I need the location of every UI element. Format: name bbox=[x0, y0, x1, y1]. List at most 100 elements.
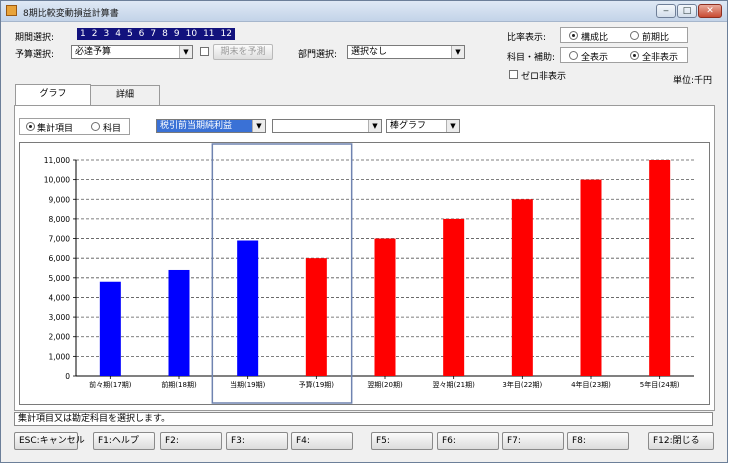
chevron-down-icon: ▼ bbox=[451, 46, 464, 58]
maximize-button[interactable]: □ bbox=[677, 4, 697, 18]
x-tick-label: 予算(19期) bbox=[299, 380, 335, 389]
y-tick-label: 1,000 bbox=[49, 352, 71, 361]
subject-option-none-label: 全非表示 bbox=[642, 53, 679, 63]
period-selector[interactable]: 1 2 3 4 5 6 7 8 9 10 11 12 bbox=[77, 28, 235, 40]
ratio-label: 比率表示: bbox=[507, 33, 547, 43]
zero-hide-label: ゼロ非表示 bbox=[521, 72, 567, 82]
dept-select-value: 選択なし bbox=[351, 47, 388, 57]
chart-type-select[interactable]: 棒グラフ ▼ bbox=[386, 119, 460, 133]
window-title: 8期比較変動損益計算書 bbox=[23, 9, 119, 19]
subject-radio-group: 全表示 全非表示 bbox=[560, 47, 688, 63]
y-tick-label: 7,000 bbox=[49, 235, 71, 244]
bar bbox=[237, 240, 259, 376]
dept-label: 部門選択: bbox=[298, 50, 338, 60]
y-tick-label: 5,000 bbox=[49, 274, 71, 283]
bar-chart: 0 1,000 2,000 3,000 4,000 5,000 6,000 7,000 8,00… bbox=[44, 143, 694, 404]
f7-button[interactable]: F7: bbox=[502, 432, 564, 450]
period-item[interactable]: 11 bbox=[200, 28, 217, 40]
bar bbox=[305, 258, 327, 376]
unit-label: 単位:千円 bbox=[673, 76, 713, 86]
bar bbox=[374, 238, 396, 376]
y-tick-label: 6,000 bbox=[49, 254, 71, 263]
tab-detail[interactable]: 詳細 bbox=[90, 85, 160, 105]
period-label: 期間選択: bbox=[15, 33, 55, 43]
subject-option-all-radio[interactable] bbox=[569, 51, 578, 60]
ratio-radio-group: 構成比 前期比 bbox=[560, 27, 688, 43]
item-select-value: 税引前当期純利益 bbox=[160, 121, 233, 131]
y-tick-label: 4,000 bbox=[49, 293, 71, 302]
f3-button[interactable]: F3: bbox=[226, 432, 288, 450]
aggregate-option-subject-label: 科目 bbox=[103, 124, 122, 134]
f2-button[interactable]: F2: bbox=[160, 432, 222, 450]
bar bbox=[580, 179, 602, 376]
app-icon bbox=[6, 5, 17, 16]
subject-option-none-radio[interactable] bbox=[630, 51, 639, 60]
subject-option-all-label: 全表示 bbox=[581, 53, 609, 63]
period-item[interactable]: 9 bbox=[171, 28, 183, 40]
chevron-down-icon: ▼ bbox=[368, 120, 381, 132]
period-item[interactable]: 1 bbox=[77, 28, 89, 40]
chevron-down-icon: ▼ bbox=[252, 120, 265, 132]
esc-cancel-button[interactable]: ESC:キャンセル bbox=[14, 432, 85, 450]
title-bar: 8期比較変動損益計算書 ‒ □ ✕ bbox=[1, 1, 727, 22]
y-tick-label: 11,000 bbox=[44, 156, 70, 165]
period-item[interactable]: 7 bbox=[147, 28, 159, 40]
secondary-select[interactable]: ▼ bbox=[272, 119, 382, 133]
forecast-checkbox[interactable] bbox=[200, 47, 209, 56]
aggregate-option-subject-radio[interactable] bbox=[91, 122, 100, 131]
period-item[interactable]: 3 bbox=[100, 28, 112, 40]
period-item[interactable]: 8 bbox=[159, 28, 171, 40]
budget-label: 予算選択: bbox=[15, 50, 55, 60]
current-period-highlight bbox=[211, 143, 353, 404]
period-item[interactable]: 5 bbox=[124, 28, 136, 40]
x-tick-label: 当期(19期) bbox=[230, 380, 266, 389]
f5-button[interactable]: F5: bbox=[371, 432, 433, 450]
f1-help-button[interactable]: F1:ヘルプ bbox=[93, 432, 155, 450]
x-tick-label: 前々期(17期) bbox=[89, 380, 132, 389]
tab-graph[interactable]: グラフ bbox=[15, 84, 91, 105]
bar bbox=[168, 269, 190, 376]
period-item[interactable]: 6 bbox=[136, 28, 148, 40]
y-tick-label: 9,000 bbox=[49, 195, 71, 204]
dept-select[interactable]: 選択なし ▼ bbox=[347, 45, 465, 59]
x-tick-label: 前期(18期) bbox=[161, 380, 197, 389]
item-select[interactable]: 税引前当期純利益 ▼ bbox=[156, 119, 266, 133]
y-tick-label: 10,000 bbox=[44, 176, 70, 185]
zero-hide-checkbox[interactable] bbox=[509, 70, 518, 79]
period-item[interactable]: 2 bbox=[89, 28, 101, 40]
f12-close-button[interactable]: F12:閉じる bbox=[648, 432, 714, 450]
ratio-option-composition-radio[interactable] bbox=[569, 31, 578, 40]
chevron-down-icon: ▼ bbox=[446, 120, 459, 132]
bar bbox=[99, 281, 121, 376]
period-item[interactable]: 4 bbox=[112, 28, 124, 40]
y-tick-label: 3,000 bbox=[49, 313, 71, 322]
subject-label: 科目・補助: bbox=[507, 53, 556, 63]
bar bbox=[443, 218, 465, 376]
x-tick-label: 翌期(20期) bbox=[367, 381, 403, 389]
bar bbox=[511, 199, 533, 376]
chart-frame: 0 1,000 2,000 3,000 4,000 5,000 6,000 7,000 8,00… bbox=[19, 142, 710, 405]
chart-type-select-value: 棒グラフ bbox=[390, 121, 427, 131]
aggregate-radio-group: 集計項目 科目 bbox=[19, 118, 130, 135]
f4-button[interactable]: F4: bbox=[291, 432, 353, 450]
aggregate-option-item-radio[interactable] bbox=[26, 122, 35, 131]
close-button[interactable]: ✕ bbox=[698, 4, 722, 18]
x-tick-label: 翌々期(21期) bbox=[432, 381, 475, 389]
aggregate-option-item-label: 集計項目 bbox=[37, 124, 74, 134]
period-item[interactable]: 10 bbox=[183, 28, 200, 40]
budget-select[interactable]: 必達予算 ▼ bbox=[71, 45, 193, 59]
x-tick-label: 5年目(24期) bbox=[640, 380, 680, 389]
app-window: 8期比較変動損益計算書 ‒ □ ✕ 期間選択: 1 2 3 4 5 6 7 8 9 10 11 12 … bbox=[0, 0, 728, 463]
y-tick-label: 8,000 bbox=[49, 215, 71, 224]
ratio-option-prior-label: 前期比 bbox=[642, 33, 670, 43]
ratio-option-prior-radio[interactable] bbox=[630, 31, 639, 40]
status-bar: 集計項目又は勘定科目を選択します。 bbox=[14, 412, 713, 426]
minimize-button[interactable]: ‒ bbox=[656, 4, 676, 18]
period-item[interactable]: 12 bbox=[218, 28, 235, 40]
f8-button[interactable]: F8: bbox=[567, 432, 629, 450]
budget-select-value: 必達予算 bbox=[75, 47, 112, 57]
ratio-option-composition-label: 構成比 bbox=[581, 33, 609, 43]
bar bbox=[649, 160, 671, 376]
forecast-button[interactable]: 期末を予測 bbox=[213, 44, 273, 60]
f6-button[interactable]: F6: bbox=[437, 432, 499, 450]
